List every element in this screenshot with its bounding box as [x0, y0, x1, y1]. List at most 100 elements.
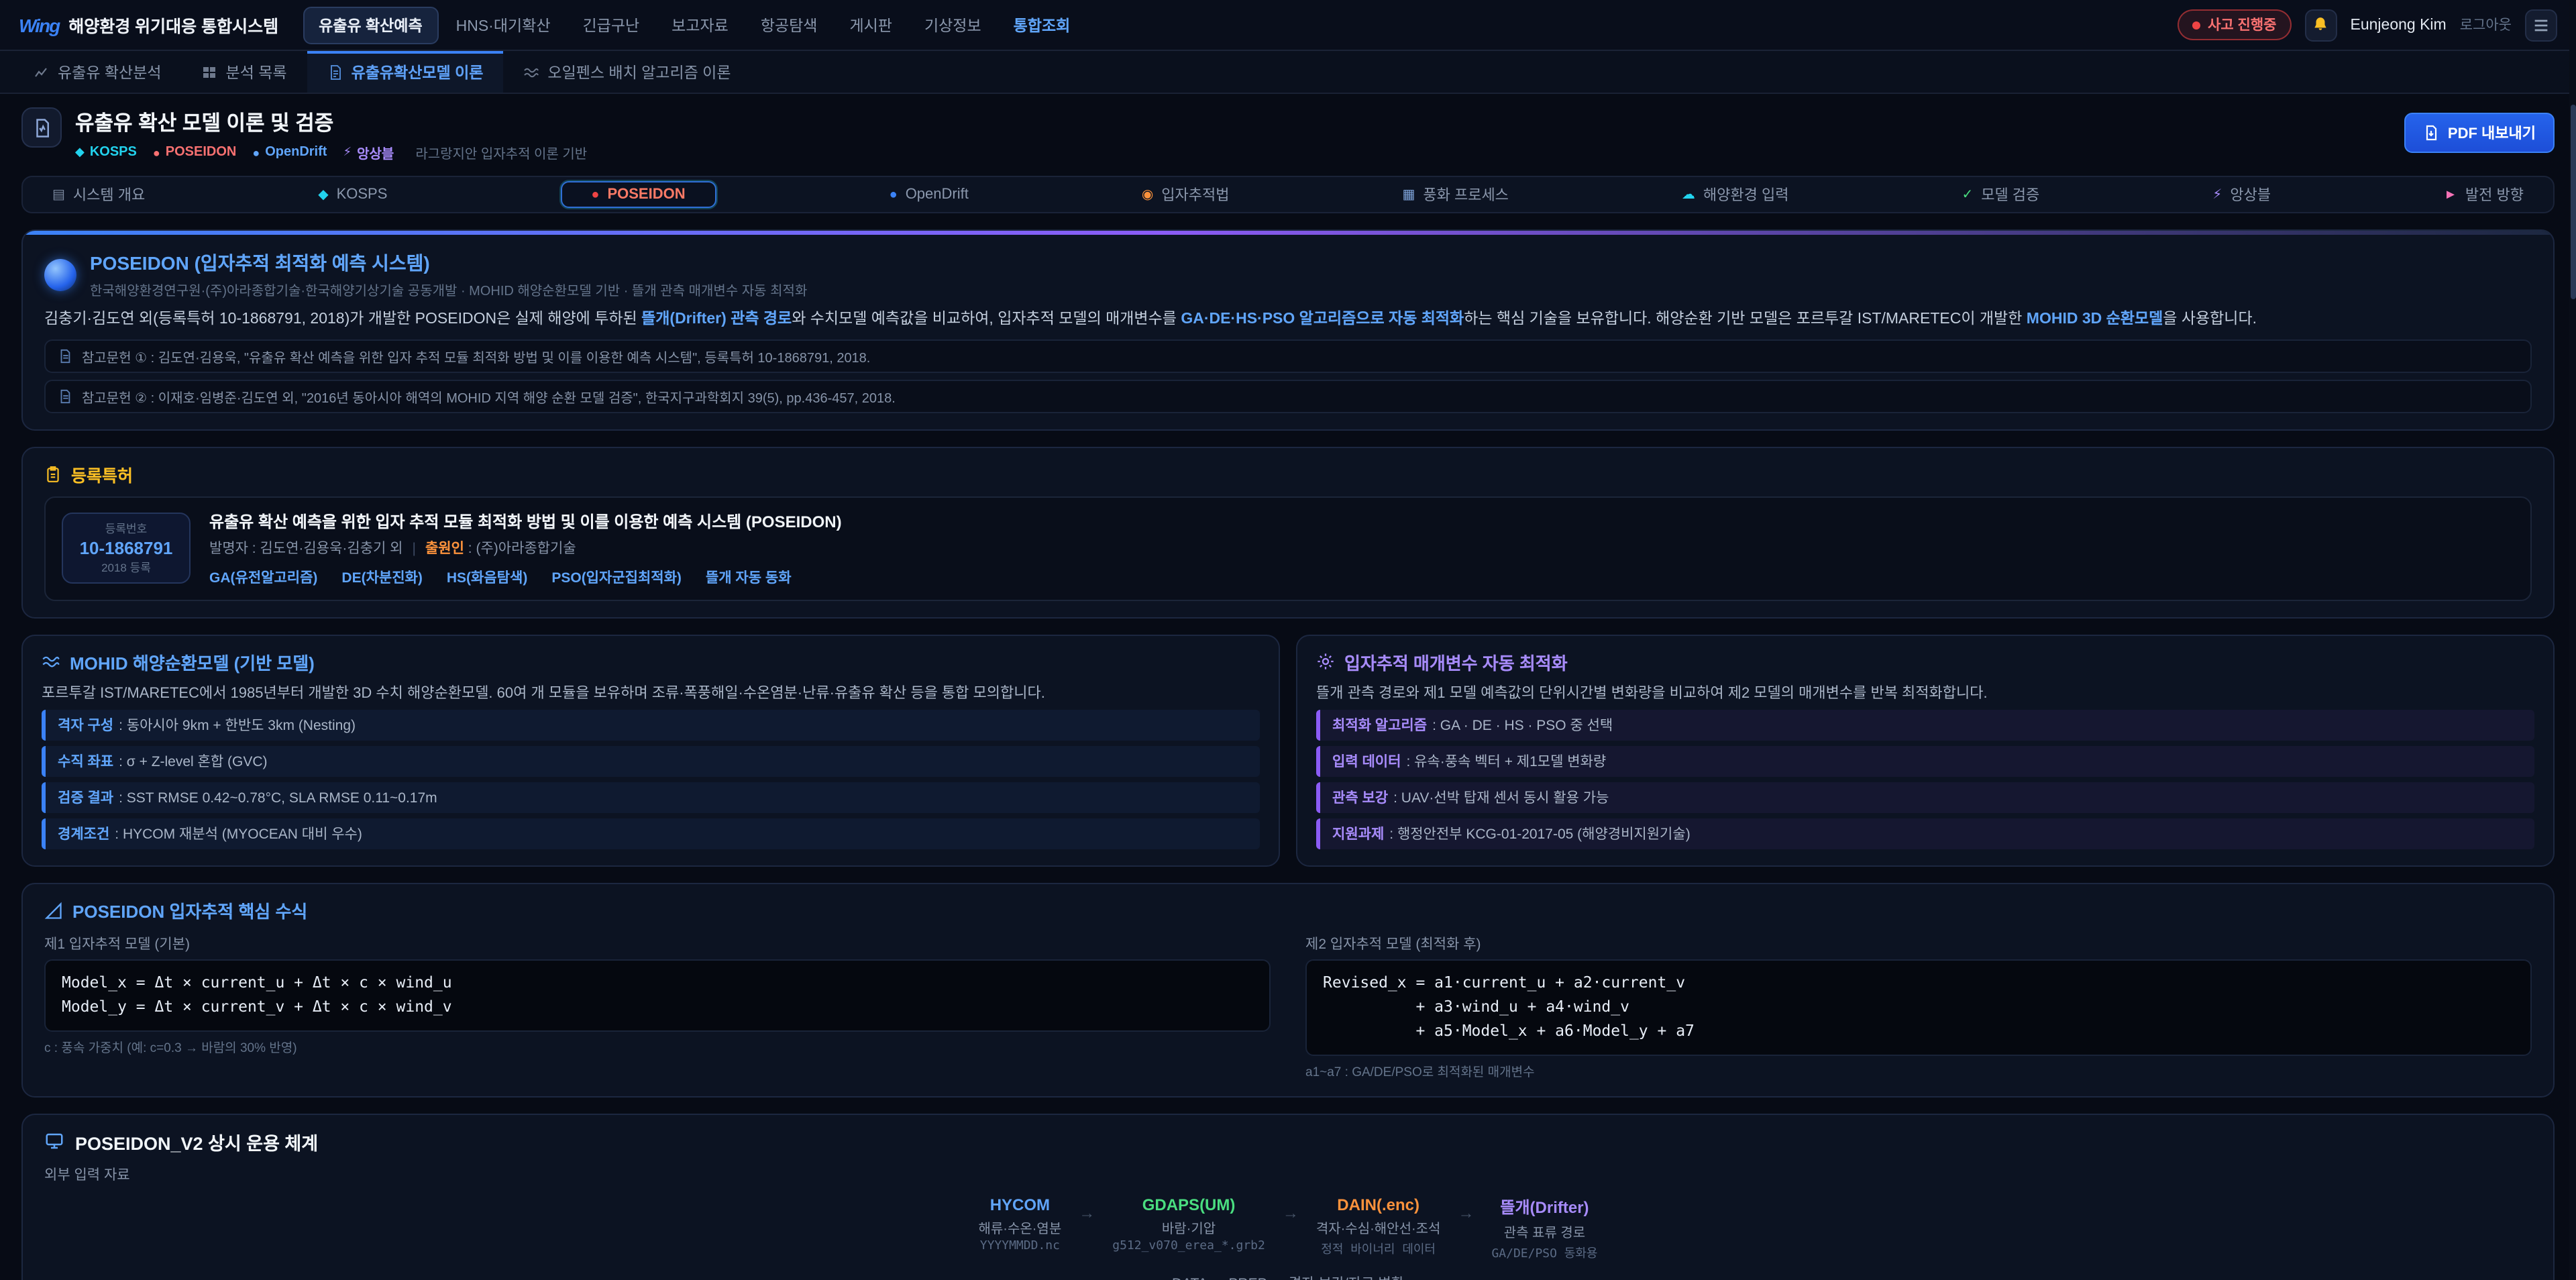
dot-icon: ●	[591, 187, 599, 202]
nav-item-weather-info[interactable]: 기상정보	[910, 7, 996, 42]
nav-item-reports[interactable]: 보고자료	[657, 7, 743, 42]
check-icon: ✓	[1962, 187, 1973, 202]
app-viewport: Wing 해양환경 위기대응 통합시스템 유출유 확산예측 HNS·대기확산 긴…	[0, 0, 2576, 1280]
algorithm-tag-row: GA(유전알고리즘) DE(차분진화) HS(화음탐색) PSO(입자군집최적화…	[209, 568, 842, 588]
formula-title: POSEIDON 입자추적 핵심 수식	[72, 898, 307, 924]
model2-code: Revised_x = a1·current_u + a2·current_v …	[1305, 960, 2532, 1056]
page-header: 유출유 확산 모델 이론 및 검증 ◆KOSPS ●POSEIDON ●Open…	[21, 107, 2555, 162]
diamond-icon: ◆	[75, 145, 85, 160]
tab-particle-tracking[interactable]: ◉입자추적법	[1142, 184, 1230, 205]
line-chart-icon	[34, 64, 50, 80]
tab-ocean-env-input[interactable]: ☁해양환경 입력	[1682, 184, 1789, 205]
model2-block: 제2 입자추적 모델 (최적화 후) Revised_x = a1·curren…	[1305, 935, 2532, 1080]
menu-button[interactable]	[2525, 9, 2557, 41]
logo-icon: Wing	[19, 14, 59, 36]
main-menu: 유출유 확산예측 HNS·대기확산 긴급구난 보고자료 항공탐색 게시판 기상정…	[303, 6, 1085, 44]
overview-icon: ▤	[52, 187, 65, 202]
spec-row-funding: 지원과제: 행정안전부 KCG-01-2017-05 (해양경비지원기술)	[1316, 819, 2534, 850]
nav-item-integrated-search[interactable]: 통합조회	[999, 7, 1085, 42]
dot-icon: ●	[153, 146, 160, 159]
user-name: Eunjeong Kim	[2351, 17, 2447, 33]
badge-kosps: ◆KOSPS	[75, 145, 137, 160]
badge-row: ◆KOSPS ●POSEIDON ●OpenDrift ⚡앙상블 라그랑지안 입…	[75, 142, 587, 162]
section-tab-bar: ▤시스템 개요 ◆KOSPS ●POSEIDON ●OpenDrift ◉입자추…	[21, 176, 2555, 213]
nav-item-aerial-search[interactable]: 항공탐색	[746, 7, 833, 42]
tab-ensemble[interactable]: ⚡앙상블	[2212, 184, 2271, 205]
subtab-model-theory[interactable]: 유출유확산모델 이론	[307, 51, 504, 93]
app-logo[interactable]: Wing 해양환경 위기대응 통합시스템	[19, 12, 278, 38]
spec-row-algorithm: 최적화 알고리즘: GA · DE · HS · PSO 중 선택	[1316, 710, 2534, 741]
scrollbar-thumb[interactable]	[2570, 105, 2575, 299]
tab-system-overview[interactable]: ▤시스템 개요	[52, 184, 145, 205]
tag-de[interactable]: DE(차분진화)	[341, 568, 422, 588]
operation-title: POSEIDON_V2 상시 운용 체계	[75, 1128, 318, 1155]
ocean-wave-icon	[42, 653, 60, 672]
hamburger-icon	[2532, 15, 2551, 34]
spec-row-observation: 관측 보강: UAV·선박 탑재 센서 동시 활용 가능	[1316, 783, 2534, 814]
ruler-triangle-icon	[44, 902, 63, 920]
nav-item-board[interactable]: 게시판	[835, 7, 907, 42]
tag-pso[interactable]: PSO(입자군집최적화)	[551, 568, 682, 588]
logout-button[interactable]: 로그아웃	[2460, 15, 2512, 35]
model2-label: 제2 입자추적 모델 (최적화 후)	[1305, 935, 2532, 955]
nav-item-hns-diffusion[interactable]: HNS·대기확산	[441, 7, 566, 42]
spec-row-grid: 격자 구성: 동아시아 9km + 한반도 3km (Nesting)	[42, 710, 1260, 741]
tab-poseidon[interactable]: ●POSEIDON	[560, 181, 716, 208]
dot-icon: ●	[890, 187, 898, 202]
data-source-flow: HYCOM 해류·수온·염분 YYYYMMDD.nc → GDAPS(UM) 바…	[44, 1195, 2532, 1261]
subtab-spill-analysis[interactable]: 유출유 확산분석	[13, 51, 182, 93]
model1-code: Model_x = Δt × current_u + Δt × c × wind…	[44, 960, 1271, 1032]
data-source-gdaps: GDAPS(UM) 바람·기압 g512_v070_erea_*.grb2	[1112, 1195, 1265, 1253]
citation-icon	[58, 389, 72, 404]
bolt-icon: ⚡	[2212, 187, 2222, 202]
tab-weathering-process[interactable]: ▦풍화 프로세스	[1402, 184, 1508, 205]
notifications-button[interactable]	[2305, 9, 2337, 41]
nav-item-emergency-rescue[interactable]: 긴급구난	[568, 7, 655, 42]
tab-opendrift[interactable]: ●OpenDrift	[890, 186, 969, 203]
tab-roadmap[interactable]: ►발전 방향	[2444, 184, 2524, 205]
incident-status-badge[interactable]: 사고 진행중	[2177, 9, 2291, 40]
operation-card: POSEIDON_V2 상시 운용 체계 외부 입력 자료 HYCOM 해류·수…	[21, 1114, 2555, 1280]
arrow-icon: →	[1283, 1204, 1299, 1222]
poseidon-subtitle: 한국해양환경연구원·(주)아라종합기술·한국해양기상기술 공동개발 · MOHI…	[90, 279, 807, 299]
model1-block: 제1 입자추적 모델 (기본) Model_x = Δt × current_u…	[44, 935, 1271, 1080]
cloud-icon: ☁	[1682, 187, 1695, 202]
patent-number-box: 등록번호 10-1868791 2018 등록	[62, 513, 191, 584]
model1-caption: c : 풍속 가중치 (예: c=0.3 → 바람의 30% 반영)	[44, 1037, 1271, 1056]
patent-detail-box: 등록번호 10-1868791 2018 등록 유출유 확산 예측을 위한 입자…	[44, 496, 2532, 601]
red-dot-icon	[2192, 21, 2200, 29]
optimization-card: 입자추적 매개변수 자동 최적화 뜰개 관측 경로와 제1 모델 예측값의 단위…	[1296, 635, 2555, 867]
process-icon: ▦	[1402, 187, 1415, 202]
subtab-analysis-list[interactable]: 분석 목록	[182, 51, 307, 93]
data-source-hycom: HYCOM 해류·수온·염분 YYYYMMDD.nc	[979, 1195, 1062, 1253]
data-prep-flow-label: ▼ DATA → PREP → 격자 보간/자료 변환 ▼	[44, 1273, 2532, 1280]
subtab-oilfence-theory[interactable]: 오일펜스 배치 알고리즘 이론	[503, 51, 751, 93]
data-source-dain: DAIN(.enc) 격자·수심·해안선·조석 정적 바이너리 데이터	[1316, 1195, 1441, 1257]
scrollbar-track	[2569, 0, 2576, 1280]
citation-icon	[58, 349, 72, 364]
clipboard-icon	[44, 466, 62, 483]
tag-ga[interactable]: GA(유전알고리즘)	[209, 568, 317, 588]
monitor-icon	[44, 1132, 64, 1152]
patent-card: 등록특허 등록번호 10-1868791 2018 등록 유출유 확산 예측을 …	[21, 447, 2555, 619]
data-source-drifter: 뜰개(Drifter) 관측 표류 경로 GA/DE/PSO 동화용	[1491, 1195, 1597, 1261]
spec-row-input-data: 입력 데이터: 유속·풍속 벡터 + 제1모델 변화량	[1316, 747, 2534, 778]
nav-item-spill-prediction[interactable]: 유출유 확산예측	[303, 6, 439, 44]
document-icon	[327, 64, 343, 80]
mohid-card: MOHID 해양순환모델 (기반 모델) 포르투갈 IST/MARETEC에서 …	[21, 635, 1280, 867]
poseidon-globe-icon	[44, 258, 76, 290]
poseidon-description: 김충기·김도연 외(등록특허 10-1868791, 2018)가 개발한 PO…	[44, 309, 2532, 333]
tag-hs[interactable]: HS(화음탐색)	[447, 568, 527, 588]
report-document-icon	[32, 117, 52, 138]
tag-drifter-assimilation[interactable]: 뜰개 자동 동화	[706, 568, 792, 588]
wave-icon	[523, 64, 539, 80]
optimization-title: 입자추적 매개변수 자동 최적화	[1344, 649, 1568, 675]
badge-opendrift: ●OpenDrift	[252, 145, 327, 160]
pdf-export-button[interactable]: PDF 내보내기	[2405, 113, 2555, 153]
diamond-icon: ◆	[318, 187, 328, 202]
top-navbar: Wing 해양환경 위기대응 통합시스템 유출유 확산예측 HNS·대기확산 긴…	[0, 0, 2576, 51]
spec-row-vertical: 수직 좌표: σ + Z-level 혼합 (GVC)	[42, 747, 1260, 778]
tab-kosps[interactable]: ◆KOSPS	[318, 186, 387, 203]
mohid-title: MOHID 해양순환모델 (기반 모델)	[70, 649, 315, 675]
tab-model-validation[interactable]: ✓모델 검증	[1962, 184, 2039, 205]
